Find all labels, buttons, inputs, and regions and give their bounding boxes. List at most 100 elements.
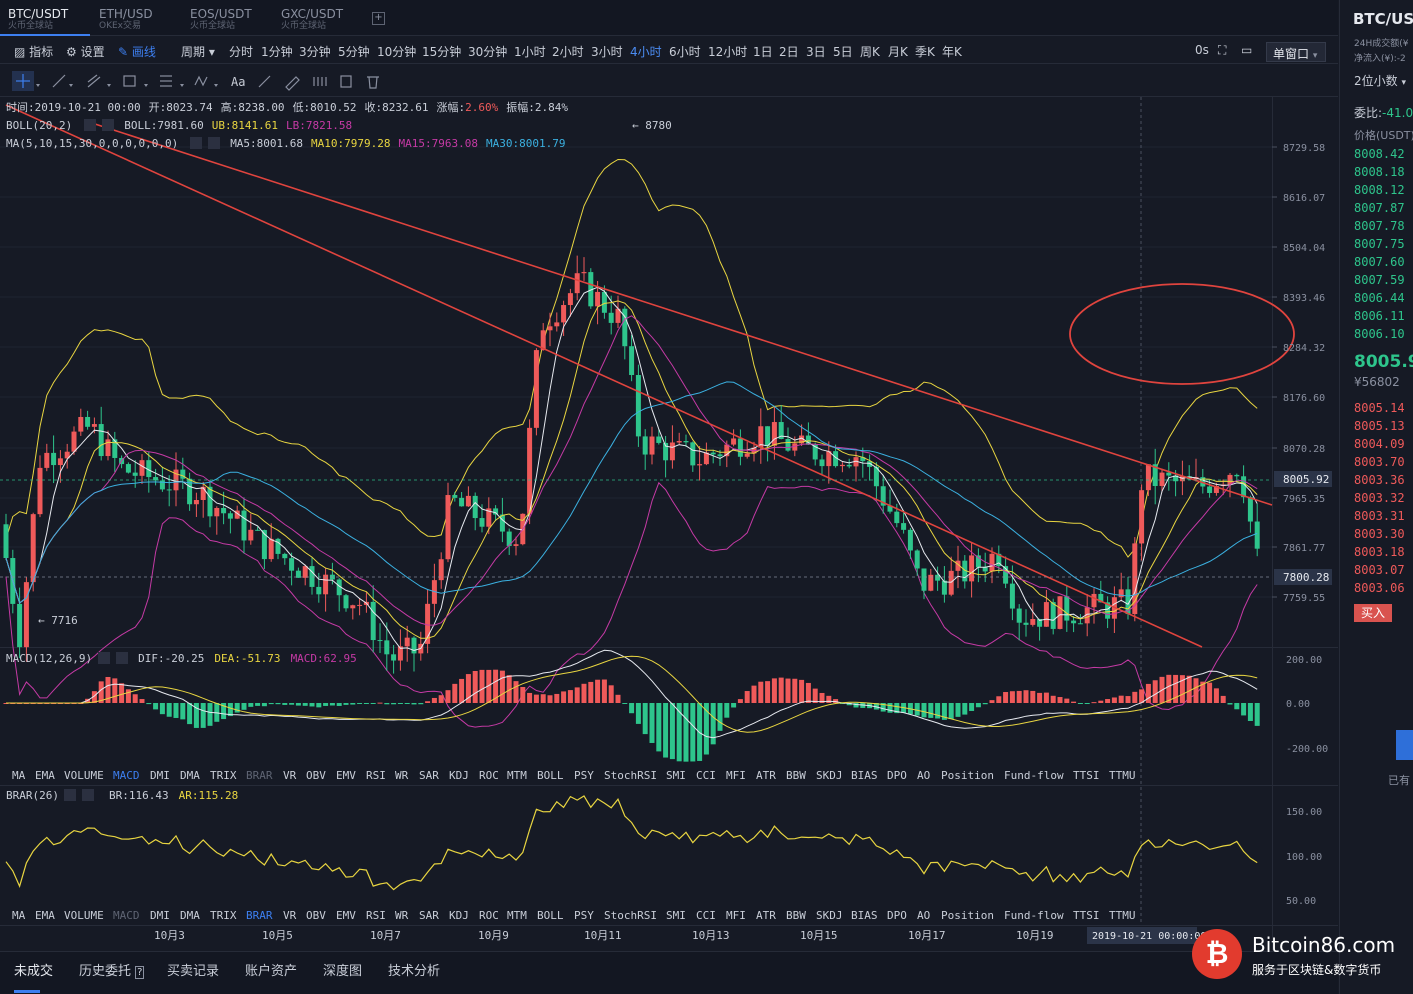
interval-12h[interactable]: 12小时 [708, 43, 747, 60]
tab-trades[interactable]: 买卖记录 [167, 960, 219, 979]
settings-icon[interactable] [84, 119, 96, 131]
close-icon[interactable] [208, 137, 220, 149]
bid-price[interactable]: 8005.13 [1354, 419, 1405, 433]
tab-btc-usdt[interactable]: BTC/USDT 火币全球站 [0, 0, 90, 36]
ask-price[interactable]: 8006.11 [1354, 309, 1405, 323]
indicator-position[interactable]: Position [941, 769, 994, 782]
tab-depth[interactable]: 深度图 [323, 960, 362, 979]
ask-price[interactable]: 8008.18 [1354, 165, 1405, 179]
caret-down-icon[interactable] [69, 84, 73, 87]
bid-price[interactable]: 8003.18 [1354, 545, 1405, 559]
screenshot-icon[interactable]: ▭ [1241, 43, 1252, 57]
indicator-ema[interactable]: EMA [35, 769, 55, 782]
interval-15min[interactable]: 15分钟 [422, 43, 461, 60]
indicator-mfi[interactable]: MFI [726, 769, 746, 782]
caret-down-icon[interactable] [36, 84, 40, 87]
wave-icon[interactable] [194, 75, 208, 87]
indicator-skdj[interactable]: SKDJ [816, 909, 843, 922]
tab-eos-usdt[interactable]: EOS/USDT 火币全球站 [182, 0, 272, 36]
indicator-volume[interactable]: VOLUME [64, 769, 104, 782]
indicator-skdj[interactable]: SKDJ [816, 769, 843, 782]
indicator-ma[interactable]: MA [12, 909, 26, 922]
bid-price[interactable]: 8003.06 [1354, 581, 1405, 595]
indicator-smi[interactable]: SMI [666, 769, 686, 782]
bid-price[interactable]: 8003.70 [1354, 455, 1405, 469]
parallel-channel-icon[interactable] [87, 74, 101, 88]
indicator-mtm[interactable]: MTM [507, 909, 527, 922]
fib-icon[interactable] [160, 75, 172, 87]
indicator-ttmu[interactable]: TTMU [1109, 909, 1136, 922]
indicator-ao[interactable]: AO [917, 909, 930, 922]
settings-icon[interactable] [98, 652, 110, 664]
indicator-emv[interactable]: EMV [336, 769, 356, 782]
interval-1d[interactable]: 1日 [753, 43, 773, 60]
indicator-psy[interactable]: PSY [574, 909, 594, 922]
ask-price[interactable]: 8007.87 [1354, 201, 1405, 215]
indicator-ttsi[interactable]: TTSI [1073, 769, 1100, 782]
ask-price[interactable]: 8007.78 [1354, 219, 1405, 233]
indicator-roc[interactable]: ROC [479, 769, 499, 782]
interval-3min[interactable]: 3分钟 [299, 43, 331, 60]
indicator-dma[interactable]: DMA [180, 769, 200, 782]
bid-price[interactable]: 8003.30 [1354, 527, 1405, 541]
indicator-rsi[interactable]: RSI [366, 909, 386, 922]
indicator-trix[interactable]: TRIX [210, 769, 237, 782]
indicator-dmi[interactable]: DMI [150, 769, 170, 782]
rectangle-icon[interactable] [123, 75, 136, 87]
tab-analysis[interactable]: 技术分析 [388, 960, 440, 979]
indicator-fund-flow[interactable]: Fund-flow [1004, 769, 1064, 782]
interval-1h[interactable]: 1小时 [514, 43, 546, 60]
brush-icon[interactable] [258, 75, 271, 88]
ask-price[interactable]: 8006.10 [1354, 327, 1405, 341]
indicator-stochrsi[interactable]: StochRSI [604, 769, 657, 782]
indicator-dpo[interactable]: DPO [887, 909, 907, 922]
window-mode-select[interactable]: 单窗口 ▾ [1266, 42, 1326, 62]
interval-2h[interactable]: 2小时 [552, 43, 584, 60]
indicator-cci[interactable]: CCI [696, 769, 716, 782]
trendline-icon[interactable] [52, 74, 66, 88]
interval-month[interactable]: 月K [888, 43, 908, 60]
bid-price[interactable]: 8005.14 [1354, 401, 1405, 415]
indicator-dpo[interactable]: DPO [887, 769, 907, 782]
indicator-sar[interactable]: SAR [419, 769, 439, 782]
bid-price[interactable]: 8003.07 [1354, 563, 1405, 577]
settings-button[interactable]: ⚙ 设置 [66, 43, 105, 60]
tab-order-history[interactable]: 历史委托 ? [79, 960, 145, 979]
ask-price[interactable]: 8007.60 [1354, 255, 1405, 269]
indicator-brar[interactable]: BRAR [246, 769, 273, 782]
indicator-obv[interactable]: OBV [306, 909, 326, 922]
interval-year[interactable]: 年K [942, 43, 962, 60]
indicator-atr[interactable]: ATR [756, 909, 776, 922]
indicator-position[interactable]: Position [941, 909, 994, 922]
side-tab[interactable] [1396, 730, 1413, 760]
indicator-dmi[interactable]: DMI [150, 909, 170, 922]
indicator-cci[interactable]: CCI [696, 909, 716, 922]
indicator-ao[interactable]: AO [917, 769, 930, 782]
ask-price[interactable]: 8007.59 [1354, 273, 1405, 287]
indicator-volume[interactable]: VOLUME [64, 909, 104, 922]
indicators-button[interactable]: ▨ 指标 [14, 43, 53, 60]
draw-button[interactable]: ✎ 画线 [118, 43, 156, 60]
ask-price[interactable]: 8008.12 [1354, 183, 1405, 197]
caret-down-icon[interactable] [144, 84, 148, 87]
indicator-boll[interactable]: BOLL [537, 769, 564, 782]
indicator-dma[interactable]: DMA [180, 909, 200, 922]
chart-area[interactable]: 8729.58 8616.07 8504.04 8393.46 8284.32 8176.… [0, 97, 1338, 950]
candlestick-chart[interactable]: 8729.58 8616.07 8504.04 8393.46 8284.32 8176.… [0, 97, 1338, 950]
trash-icon[interactable] [367, 76, 379, 89]
interval-4h[interactable]: 4小时 [630, 43, 662, 60]
indicator-brar[interactable]: BRAR [246, 909, 273, 922]
indicator-wr[interactable]: WR [395, 769, 409, 782]
decimals-select[interactable]: 2位小数 ▾ [1354, 72, 1406, 89]
indicator-boll[interactable]: BOLL [537, 909, 564, 922]
indicator-bias[interactable]: BIAS [851, 769, 878, 782]
close-icon[interactable] [102, 119, 114, 131]
indicator-sar[interactable]: SAR [419, 909, 439, 922]
buy-button[interactable]: 买入 [1354, 604, 1392, 622]
interval-5min[interactable]: 5分钟 [338, 43, 370, 60]
indicator-stochrsi[interactable]: StochRSI [604, 909, 657, 922]
close-icon[interactable] [116, 652, 128, 664]
lock-icon[interactable] [340, 75, 352, 88]
indicator-emv[interactable]: EMV [336, 909, 356, 922]
indicator-fund-flow[interactable]: Fund-flow [1004, 909, 1064, 922]
